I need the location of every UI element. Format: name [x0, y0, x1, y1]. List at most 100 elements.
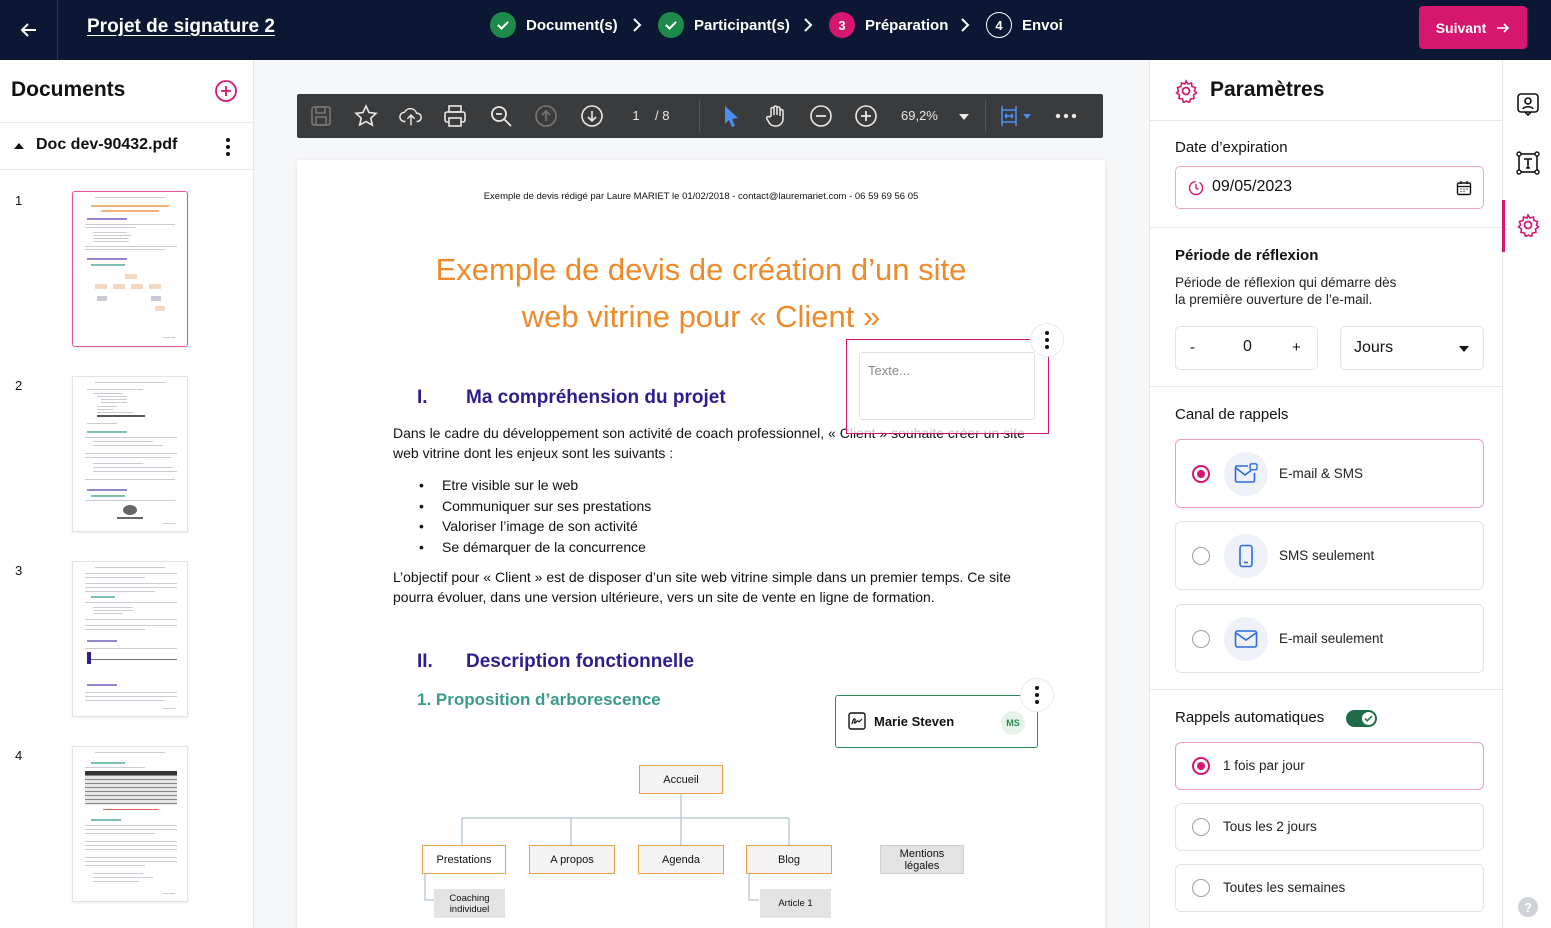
- zoom-select[interactable]: 69,2%: [901, 108, 938, 123]
- zoom-in-icon[interactable]: [854, 104, 878, 128]
- sidebar-title: Documents: [11, 78, 126, 101]
- signer-name: Marie Steven: [874, 714, 955, 729]
- tree-connectors: [424, 794, 790, 901]
- project-title[interactable]: Projet de signature 2: [87, 16, 275, 38]
- channel-label-text: SMS seulement: [1279, 548, 1375, 563]
- document-row[interactable]: Doc dev-90432.pdf: [0, 122, 253, 170]
- radio-button[interactable]: [1192, 630, 1210, 648]
- step-participants[interactable]: Participant(s): [658, 12, 790, 38]
- field-menu-button[interactable]: [1020, 678, 1054, 712]
- save-icon[interactable]: [309, 104, 333, 128]
- reflection-description: Période de réflexion qui démarre dès: [1175, 275, 1397, 290]
- frequency-label: Tous les 2 jours: [1223, 819, 1317, 834]
- field-menu-button[interactable]: [1030, 323, 1064, 357]
- radio-button[interactable]: [1192, 547, 1210, 565]
- frequency-label: 1 fois par jour: [1223, 758, 1305, 773]
- page-total: / 8: [655, 108, 670, 123]
- arrow-up-circle-icon[interactable]: [534, 104, 558, 128]
- tree-node: Mentions légales: [880, 845, 964, 874]
- help-icon[interactable]: ?: [1518, 897, 1538, 917]
- more-vertical-icon: [1045, 331, 1049, 349]
- calendar-icon[interactable]: [1456, 180, 1472, 196]
- star-icon[interactable]: [354, 104, 378, 128]
- step-label: Participant(s): [694, 16, 790, 34]
- step-envoi[interactable]: 4 Envoi: [986, 12, 1063, 38]
- more-horizontal-icon[interactable]: [1054, 104, 1078, 128]
- more-vertical-icon[interactable]: [222, 136, 234, 158]
- expiration-value: 09/05/2023: [1212, 178, 1293, 195]
- tree-node-root: Accueil: [639, 765, 723, 794]
- radio-button[interactable]: [1192, 757, 1210, 775]
- document-name: Doc dev-90432.pdf: [36, 136, 178, 153]
- user-card-icon[interactable]: [1516, 92, 1540, 116]
- reflection-stepper[interactable]: - 0 +: [1175, 326, 1318, 370]
- channel-option-email-sms[interactable]: E-mail & SMS: [1175, 439, 1484, 508]
- channel-label: Canal de rappels: [1175, 406, 1289, 423]
- arrow-left-icon: [20, 23, 36, 37]
- auto-reminders-toggle[interactable]: [1346, 710, 1377, 727]
- tree-node: A propos: [529, 845, 615, 874]
- settings-title: Paramètres: [1210, 78, 1325, 101]
- page-thumbnail-3[interactable]: [72, 561, 188, 717]
- caret-up-icon[interactable]: [14, 142, 24, 150]
- tree-node: Prestations: [422, 845, 506, 874]
- chevron-right-icon: [961, 18, 970, 32]
- right-rail: ?: [1502, 60, 1551, 928]
- documents-sidebar: Documents Doc dev-90432.pdf 1 2 3 4: [0, 60, 254, 928]
- next-button[interactable]: Suivant: [1419, 6, 1527, 49]
- caret-down-icon[interactable]: [1023, 114, 1031, 119]
- viewer-toolbar: 1 / 8 69,2%: [297, 94, 1103, 138]
- step-label: Envoi: [1022, 16, 1063, 34]
- email-sms-icon: [1224, 452, 1268, 496]
- tree-node: Article 1: [760, 889, 831, 918]
- select-cursor-icon[interactable]: [719, 104, 743, 128]
- clock-icon: [1188, 180, 1204, 196]
- frequency-option-2days[interactable]: Tous les 2 jours: [1175, 803, 1484, 851]
- frequency-option-daily[interactable]: 1 fois par jour: [1175, 742, 1484, 790]
- radio-button[interactable]: [1192, 465, 1210, 483]
- mobile-phone-icon: [1224, 534, 1268, 578]
- expiration-date-input[interactable]: 09/05/2023: [1175, 166, 1484, 209]
- page-input[interactable]: 1: [621, 108, 651, 123]
- auto-reminders-label: Rappels automatiques: [1175, 709, 1325, 726]
- page-number: 2: [15, 378, 23, 393]
- channel-option-sms[interactable]: SMS seulement: [1175, 521, 1484, 590]
- unit-select[interactable]: Jours: [1340, 326, 1484, 370]
- step-preparation[interactable]: 3 Préparation: [829, 12, 948, 38]
- check-icon: [658, 12, 684, 38]
- gear-icon[interactable]: [1516, 213, 1540, 237]
- step-documents[interactable]: Document(s): [490, 12, 618, 38]
- signature-field-widget[interactable]: Marie Steven MS: [835, 695, 1038, 748]
- back-button[interactable]: [0, 0, 58, 60]
- radio-button[interactable]: [1192, 818, 1210, 836]
- signature-icon: [848, 712, 866, 730]
- step-label: Préparation: [865, 16, 949, 34]
- tree-node: Agenda: [638, 845, 724, 874]
- cloud-upload-icon[interactable]: [399, 104, 423, 128]
- caret-down-icon[interactable]: [959, 114, 969, 120]
- channel-option-email[interactable]: E-mail seulement: [1175, 604, 1484, 673]
- caret-down-icon: [1459, 346, 1469, 352]
- frequency-option-weekly[interactable]: Toutes les semaines: [1175, 864, 1484, 912]
- text-field-widget[interactable]: Texte...: [846, 339, 1049, 434]
- page-number: 1: [15, 193, 23, 208]
- search-icon[interactable]: [489, 104, 513, 128]
- page-thumbnail-4[interactable]: [72, 746, 188, 902]
- chevron-right-icon: [633, 18, 642, 32]
- signer-initials-badge: MS: [1001, 711, 1025, 735]
- step-number: 4: [986, 12, 1012, 38]
- step-number: 3: [829, 12, 855, 38]
- page-fit-icon[interactable]: [997, 104, 1021, 128]
- text-field-icon[interactable]: [1516, 151, 1540, 175]
- page-thumbnail-2[interactable]: [72, 376, 188, 532]
- arrow-down-circle-icon[interactable]: [580, 104, 604, 128]
- page-thumbnail-1[interactable]: [72, 191, 188, 347]
- text-field-input[interactable]: Texte...: [859, 352, 1035, 420]
- radio-button[interactable]: [1192, 879, 1210, 897]
- increment-button[interactable]: +: [1292, 339, 1301, 356]
- hand-pan-icon[interactable]: [764, 104, 788, 128]
- print-icon[interactable]: [443, 104, 467, 128]
- zoom-out-icon[interactable]: [809, 104, 833, 128]
- channel-label-text: E-mail & SMS: [1279, 466, 1364, 481]
- add-circle-icon[interactable]: [214, 79, 238, 103]
